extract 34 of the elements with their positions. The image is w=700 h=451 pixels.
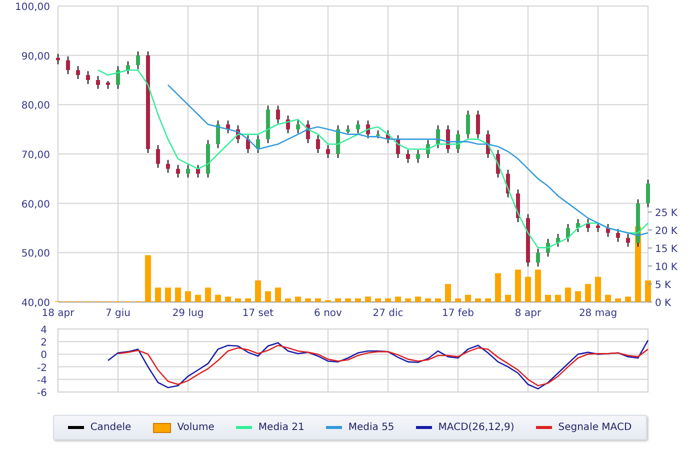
- axis-label: 8 apr: [514, 308, 542, 319]
- axis-label: -6: [37, 388, 47, 398]
- axis-label: 27 dic: [372, 308, 404, 319]
- axis-label: 100,00: [15, 2, 50, 13]
- axis-label: 25 K: [655, 208, 678, 219]
- legend-label: Volume: [177, 422, 214, 433]
- axis-label: 17 set: [242, 308, 274, 319]
- axis-label: 0: [40, 350, 47, 362]
- legend-label: Media 21: [258, 422, 304, 433]
- axis-label: 10 K: [655, 262, 678, 273]
- axis-label: 40,00: [21, 298, 50, 309]
- axis-label: 2: [40, 338, 47, 349]
- axis-label: 0 K: [655, 298, 672, 309]
- axis-label: -2: [37, 362, 47, 374]
- axis-label: 20 K: [655, 226, 678, 237]
- axis-label: 50,00: [21, 248, 50, 260]
- axis-label: 70,00: [21, 150, 50, 161]
- axis-label: 17 feb: [442, 308, 474, 319]
- axis-label: 60,00: [21, 199, 50, 210]
- axis-label: 80,00: [21, 100, 50, 112]
- axis-label: 4: [40, 325, 47, 336]
- legend-label: Media 55: [348, 422, 394, 433]
- axis-label: 18 apr: [42, 308, 74, 319]
- axis-label: 5 K: [655, 280, 672, 291]
- axis-label: 15 K: [655, 244, 678, 255]
- axis-label: 28 mag: [578, 308, 618, 319]
- legend-label: MACD(26,12,9): [438, 422, 514, 433]
- axis-label: 90,00: [21, 51, 50, 62]
- axis-label: 6 nov: [314, 308, 342, 319]
- legend-label: Segnale MACD: [558, 422, 632, 433]
- axis-label: 7 giu: [106, 308, 130, 319]
- axis-label: 29 lug: [172, 308, 204, 319]
- axis-label: -4: [37, 375, 47, 386]
- legend-label: Candele: [90, 422, 132, 433]
